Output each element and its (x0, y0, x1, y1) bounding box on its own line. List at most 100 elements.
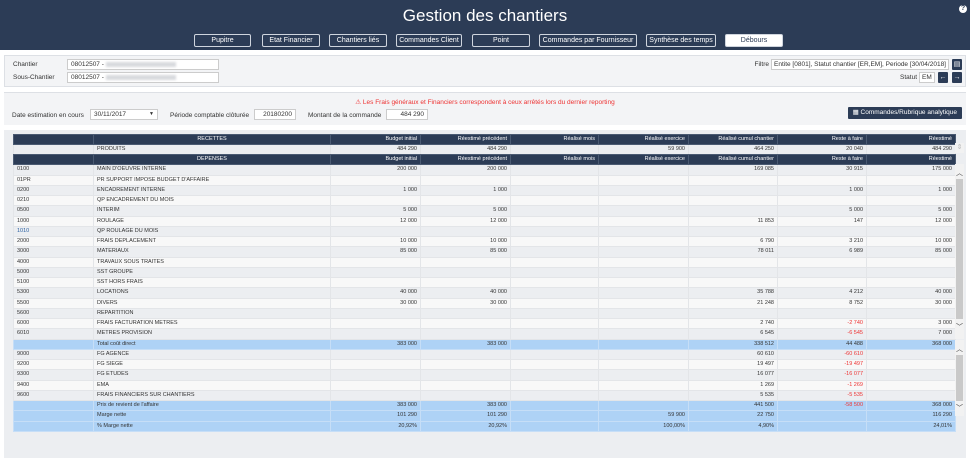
commandes-rubrique-label: Commandes/Rubrique analytique (860, 109, 957, 116)
scroll-thumb[interactable] (956, 179, 963, 319)
recettes-scrollbar[interactable]: ⇕ (955, 143, 964, 153)
table-row[interactable]: 9600 FRAIS FINANCIERS SUR CHANTIERS 5 535-… (13, 389, 956, 402)
chevron-down-icon[interactable]: ﹀ (955, 322, 964, 332)
help-icon[interactable]: ? (959, 5, 967, 13)
value-cell (598, 184, 689, 197)
value-cell: 19 497 (688, 358, 778, 371)
tab-d-bours[interactable]: Débours (725, 34, 783, 47)
value-cell: 10 000 (420, 235, 511, 248)
value-cell: -1 269 (777, 379, 867, 391)
tab-synth-se-des-temps[interactable]: Synthèse des temps (646, 34, 716, 47)
value-cell: 4,90% (688, 420, 778, 432)
tab-chantiers-li-s[interactable]: Chantiers liés (329, 34, 387, 47)
value-cell: 11 853 (688, 215, 778, 227)
chevron-down-icon[interactable]: ﹀ (955, 403, 964, 413)
value-cell: 20,92% (420, 420, 511, 432)
value-cell (330, 358, 421, 371)
label-cell: ENCADREMENT INTERNE (93, 184, 331, 197)
code-cell: 5000 (13, 266, 94, 279)
value-cell (510, 215, 599, 227)
table-row[interactable]: 1010 QP ROULAGE DU MOIS (13, 225, 956, 238)
table-row[interactable]: 9200 FG SIEGE 19 497 -19 497 (13, 358, 956, 371)
table-row[interactable]: 9000 FG AGENCE 60 610 -60 610 (13, 348, 956, 361)
value-cell (330, 328, 421, 340)
value-cell: 60 610 (688, 348, 778, 361)
chantier-field[interactable]: 08012507 - (67, 59, 219, 70)
table-row[interactable]: 5600 REPARTITION (13, 307, 956, 320)
label-cell: QP ROULAGE DU MOIS (93, 225, 331, 238)
scroll-thumb[interactable] (956, 355, 963, 401)
table-row[interactable]: 9400 EMA 1 269 -1 269 (13, 379, 956, 391)
value-cell (777, 194, 867, 207)
total-row[interactable]: Total coût direct 383 000 383 000 338 512 44… (13, 338, 956, 350)
table-row[interactable]: 9300 FG ETUDES 16 077 -16 077 (13, 369, 956, 381)
table-row[interactable]: 2000 FRAIS DEPLACEMENT 10 000 10 000 6 790 3 … (13, 235, 956, 248)
value-cell (510, 307, 599, 320)
table-row[interactable]: 3000 MATERIAUX 85 000 85 000 78 011 6 989 85 0… (13, 246, 956, 258)
commandes-rubrique-button[interactable]: ▦ Commandes/Rubrique analytique (847, 107, 962, 119)
table-row[interactable]: 1000 ROULAGE 12 000 12 000 11 853 147 12 000 (13, 215, 956, 227)
table-row[interactable]: 0100 MAIN D'OEUVRE INTERNE 200 000 200 000 1… (13, 164, 956, 176)
label-cell: FRAIS DEPLACEMENT (93, 235, 331, 248)
value-cell (510, 410, 599, 422)
tab-etat-financier[interactable]: Etat Financier (262, 34, 320, 47)
tab-point[interactable]: Point (472, 34, 530, 47)
tab-commandes-client[interactable]: Commandes Client (396, 34, 462, 47)
value-cell: 12 000 (420, 215, 511, 227)
table-row[interactable]: 0210 QP ENCADREMENT DU MOIS (13, 194, 956, 207)
table-row[interactable]: 0200 ENCADREMENT INTERNE 1 000 1 000 1 000 1 … (13, 184, 956, 197)
label-cell: METRES PROVISION (93, 328, 331, 340)
label-cell: % Marge nette (93, 420, 331, 432)
value-cell: -19 497 (777, 358, 867, 371)
value-cell (866, 358, 956, 371)
table-row[interactable]: 5300 LOCATIONS 40 000 40 000 35 788 4 212 40 0… (13, 287, 956, 299)
value-cell (598, 348, 689, 361)
montant-field[interactable]: 484 290 (386, 109, 428, 120)
depenses-scrollbar[interactable]: ︿ ﹀ (955, 164, 964, 339)
value-cell: 169 085 (688, 164, 778, 176)
total-row[interactable]: Prix de revient de l'affaire 383 000 383 0… (13, 399, 956, 412)
value-cell: 2 740 (688, 317, 778, 330)
value-cell: 59 900 (598, 410, 689, 422)
value-cell (777, 276, 867, 289)
chevron-up-icon[interactable]: ︿ (955, 168, 964, 178)
date-estimation-select[interactable]: 30/11/2017 ▼ (90, 109, 158, 120)
value-cell (510, 266, 599, 279)
tab-pupitre[interactable]: Pupitre (194, 34, 251, 47)
tab-commandes-par-fournisseur[interactable]: Commandes par Fournisseur (539, 34, 637, 47)
total-row[interactable]: Marge nette 101 290 101 290 59 900 22 750 116… (13, 410, 956, 422)
value-cell: 35 788 (688, 287, 778, 299)
warning-message: ⚠ Les Frais généraux et Financiers corre… (355, 99, 615, 106)
value-cell (330, 307, 421, 320)
label-cell: FRAIS FACTURATION METRES (93, 317, 331, 330)
value-cell (598, 297, 689, 309)
arrow-right-icon[interactable]: → (952, 72, 962, 83)
value-cell: 200 000 (330, 164, 421, 176)
label-cell: LOCATIONS (93, 287, 331, 299)
table-row[interactable]: 6000 FRAIS FACTURATION METRES 2 740 -2 740 3… (13, 317, 956, 330)
code-cell: 6010 (13, 328, 94, 340)
table-row[interactable]: 01PR PR SUPPORT IMPOSE BUDGET D'AFFAIRE (13, 174, 956, 186)
arrow-left-icon[interactable]: ← (938, 72, 948, 83)
label-cell: FG ETUDES (93, 369, 331, 381)
table-row[interactable]: 6010 METRES PROVISION 6 545 -6 545 7 000 (13, 328, 956, 340)
total-row[interactable]: % Marge nette 20,92% 20,92% 100,00% 4,90% 24,… (13, 420, 956, 432)
value-cell (688, 194, 778, 207)
table-row[interactable]: 4000 TRAVAUX SOUS TRAITES (13, 256, 956, 268)
table-row[interactable]: 5500 DIVERS 30 000 30 000 21 248 8 752 30 000 (13, 297, 956, 309)
column-header: RECETTES (93, 133, 331, 146)
chevron-up-icon[interactable]: ︿ (955, 344, 964, 354)
value-cell (510, 287, 599, 299)
table-row[interactable]: 5000 SST GROUPE (13, 266, 956, 279)
periode-field[interactable]: 20180200 (254, 109, 296, 120)
totals-scrollbar[interactable]: ︿ ﹀ (955, 340, 964, 416)
value-cell (598, 194, 689, 207)
value-cell (598, 328, 689, 340)
table-row[interactable]: 5100 SST HORS FRAIS (13, 276, 956, 289)
sous-chantier-field[interactable]: 08012507 - (67, 72, 219, 83)
value-cell: 4 212 (777, 287, 867, 299)
value-cell (510, 184, 599, 197)
code-cell: 1000 (13, 215, 94, 227)
document-icon[interactable]: ▤ (952, 59, 962, 70)
table-row[interactable]: 0500 INTERIM 5 000 5 000 5 000 5 000 (13, 205, 956, 217)
